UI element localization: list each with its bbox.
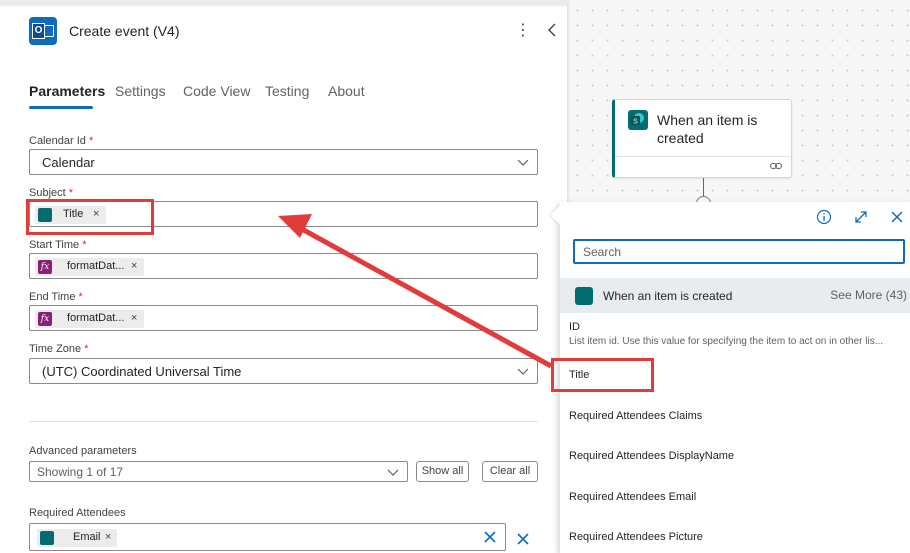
dynamic-content-item-email[interactable]: Required Attendees Email (569, 491, 696, 503)
remove-parameter-icon[interactable] (515, 531, 531, 547)
dynamic-content-item-displayname[interactable]: Required Attendees DisplayName (569, 450, 734, 462)
card-divider (615, 156, 791, 157)
advanced-parameters-label: Advanced parameters (29, 445, 137, 457)
calendar-id-label: Calendar Id * (29, 135, 94, 147)
sharepoint-icon (40, 531, 54, 545)
dynamic-content-item-picture[interactable]: Required Attendees Picture (569, 531, 703, 543)
function-icon: fx (38, 260, 52, 274)
chevron-down-icon (517, 368, 529, 375)
dynamic-content-item-claims[interactable]: Required Attendees Claims (569, 410, 702, 422)
title-highlight-box (551, 358, 654, 392)
required-attendees-label: Required Attendees (29, 507, 126, 519)
svg-text:S: S (633, 119, 638, 126)
remove-token-icon[interactable]: × (131, 312, 137, 324)
expand-icon[interactable] (853, 209, 869, 225)
section-divider (29, 421, 538, 422)
trigger-title: When an item is created (657, 112, 758, 146)
time-zone-value: (UTC) Coordinated Universal Time (42, 364, 242, 379)
tab-parameters[interactable]: Parameters (29, 83, 105, 99)
show-all-button[interactable]: Show all (416, 461, 469, 482)
collapse-panel-icon[interactable] (544, 20, 560, 40)
tab-settings[interactable]: Settings (115, 83, 166, 99)
group-title: When an item is created (603, 289, 733, 303)
expression-token[interactable]: fx formatDat... × (35, 258, 144, 276)
more-options-icon[interactable]: ⋮ (515, 21, 531, 41)
time-zone-dropdown[interactable]: (UTC) Coordinated Universal Time (29, 358, 538, 384)
end-time-input[interactable]: fx formatDat... × (29, 305, 538, 331)
outlook-icon: O (29, 17, 57, 45)
clear-icon[interactable] (482, 529, 498, 545)
dynamic-content-group-header[interactable]: When an item is created See More (43) (560, 278, 910, 313)
tab-about[interactable]: About (328, 83, 365, 99)
clear-all-button[interactable]: Clear all (482, 461, 538, 482)
remove-token-icon[interactable]: × (105, 531, 111, 543)
tab-code-view[interactable]: Code View (183, 83, 250, 99)
chevron-down-icon (517, 159, 529, 166)
sharepoint-icon (575, 287, 593, 305)
info-icon[interactable] (816, 209, 832, 225)
subject-highlight-box (26, 199, 154, 235)
expression-token[interactable]: fx formatDat... × (35, 310, 144, 328)
calendar-id-value: Calendar (42, 155, 95, 170)
trigger-card[interactable]: S When an item is created (612, 99, 792, 178)
remove-token-icon[interactable]: × (131, 260, 137, 272)
advanced-parameters-value: Showing 1 of 17 (37, 465, 124, 479)
email-token[interactable]: Email × (37, 529, 117, 547)
see-more-link[interactable]: See More (43) (830, 288, 907, 302)
panel-top-border (0, 0, 567, 6)
dynamic-content-item-description: List item id. Use this value for specify… (569, 336, 884, 347)
search-input[interactable]: Search (573, 239, 905, 264)
time-zone-label: Time Zone * (29, 343, 89, 355)
dynamic-content-item-id[interactable]: ID (569, 321, 580, 333)
action-panel: O Create event (V4) ⋮ Parameters Setting… (0, 0, 567, 553)
subject-label: Subject * (29, 187, 74, 199)
panel-title[interactable]: Create event (V4) (69, 23, 180, 39)
function-icon: fx (38, 312, 52, 326)
tab-testing[interactable]: Testing (265, 83, 309, 99)
calendar-id-dropdown[interactable]: Calendar (29, 149, 538, 175)
sharepoint-icon: S (628, 110, 648, 130)
close-icon[interactable] (889, 209, 905, 225)
start-time-label: Start Time * (29, 239, 87, 251)
advanced-parameters-dropdown[interactable]: Showing 1 of 17 (29, 461, 408, 482)
link-icon[interactable] (770, 161, 782, 171)
active-tab-indicator (29, 106, 93, 109)
end-time-label: End Time * (29, 291, 83, 303)
chevron-down-icon (387, 469, 399, 476)
required-attendees-input[interactable]: Email × (29, 523, 506, 551)
start-time-input[interactable]: fx formatDat... × (29, 253, 538, 279)
